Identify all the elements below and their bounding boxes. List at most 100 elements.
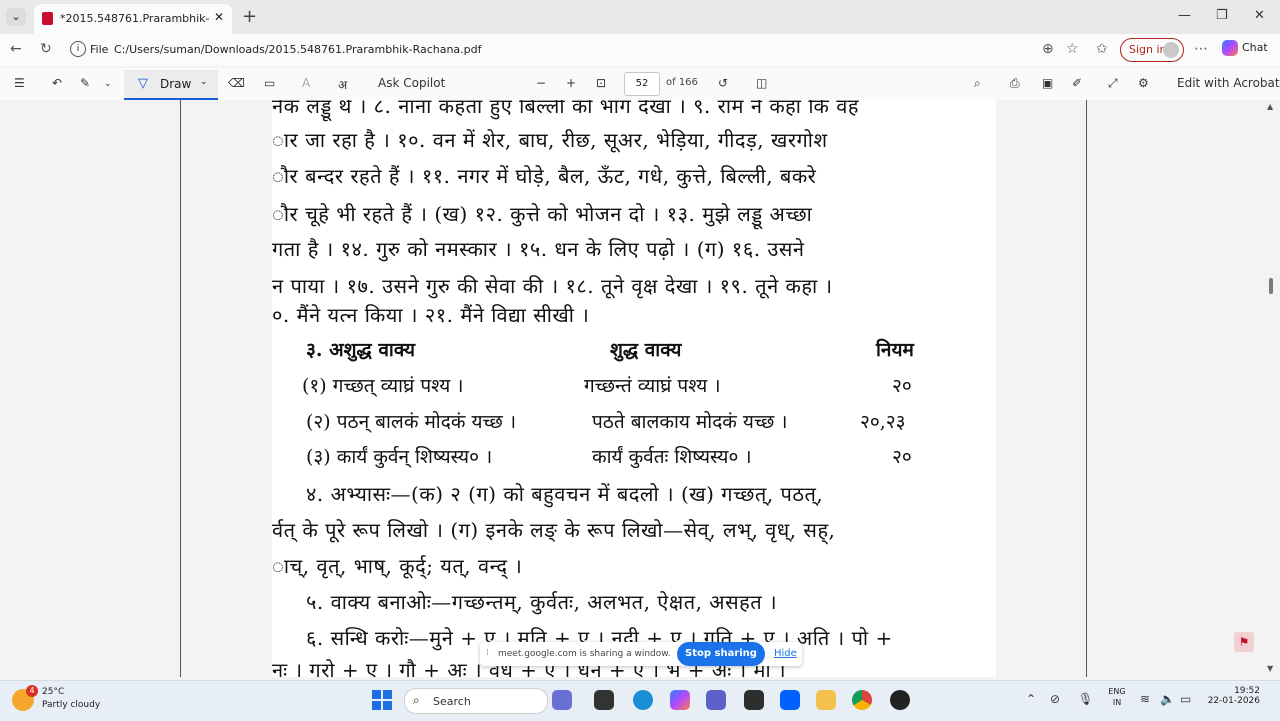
back-icon[interactable]: ← xyxy=(10,41,22,57)
rotate-icon[interactable]: ↺ xyxy=(718,76,728,90)
table-cell-right: गच्छन्तं व्याघ्रं पश्य । xyxy=(584,375,721,397)
page-number-input[interactable]: 52 xyxy=(624,72,660,96)
scrollbar-thumb[interactable] xyxy=(1269,278,1273,294)
page-line: ौर बन्दर रहते हैं । ११. नगर में घोड़े, ब… xyxy=(272,164,817,188)
show-hidden-icons[interactable]: ⌃ xyxy=(1026,692,1036,706)
scroll-up-icon[interactable]: ▲ xyxy=(1267,102,1273,111)
network-off-icon[interactable]: ⊘ xyxy=(1050,692,1060,706)
battery-icon[interactable]: ▭ xyxy=(1180,692,1191,706)
zoom-in-icon[interactable]: + xyxy=(566,76,576,90)
avatar xyxy=(1163,42,1179,58)
text-format-icon[interactable]: A xyxy=(302,76,310,90)
save-icon[interactable]: ▣ xyxy=(1042,76,1053,90)
fit-page-icon[interactable]: ⊡ xyxy=(596,76,606,90)
copilot-app-icon[interactable] xyxy=(670,690,690,710)
sign-in-label: Sign in xyxy=(1129,43,1167,56)
draw-label: Draw xyxy=(160,77,192,91)
table-cell-rule: २०,२३ xyxy=(860,411,906,433)
lang-primary: ENG xyxy=(1108,687,1126,696)
favorite-star-icon[interactable]: ☆ xyxy=(1066,41,1079,57)
weather-badge: 4 xyxy=(26,685,38,697)
zoom-icon[interactable]: ⊕ xyxy=(1042,41,1054,57)
dropbox-icon[interactable] xyxy=(780,690,800,710)
edit-with-acrobat-button[interactable]: Edit with Acrobat xyxy=(1177,76,1280,90)
more-menu-icon[interactable]: ⋯ xyxy=(1194,41,1208,57)
language-indicator[interactable]: ENG IN xyxy=(1106,686,1128,708)
obs-icon[interactable] xyxy=(890,690,910,710)
clock[interactable]: 19:52 22-01-2026 xyxy=(1198,686,1260,706)
print-icon[interactable]: ⎙ xyxy=(1010,76,1020,91)
file-label: File xyxy=(90,43,109,56)
teams-icon[interactable] xyxy=(706,690,726,710)
volume-icon[interactable]: 🔈 xyxy=(1160,692,1175,706)
clock-date: 22-01-2026 xyxy=(1207,696,1260,706)
new-tab-button[interactable]: + xyxy=(242,6,257,27)
copilot-icon xyxy=(1222,40,1238,56)
minimize-icon[interactable]: — xyxy=(1178,8,1191,23)
page-line: नेक लड्डू थे । ८. नाना कहता हुए बिल्ली क… xyxy=(272,100,859,118)
chevron-down-icon: ⌄ xyxy=(11,10,21,23)
taskbar-app-icon[interactable] xyxy=(594,690,614,710)
save-as-icon[interactable]: ✐ xyxy=(1072,76,1082,90)
search-icon: ⌕ xyxy=(413,693,420,707)
edge-icon[interactable] xyxy=(633,690,653,710)
exercise-line: ाच्, वृत्, भाष्, कूर्द्; यत्, वन्द् । xyxy=(272,554,523,578)
hide-link[interactable]: Hide xyxy=(774,648,797,659)
sign-in-button[interactable]: Sign in xyxy=(1120,38,1184,62)
url-text[interactable]: C:/Users/suman/Downloads/2015.548761.Pra… xyxy=(114,43,482,56)
page-line: ५. वाक्य बनाओः—गच्छन्तम्, कुर्वतः, अलभत,… xyxy=(306,590,778,614)
search-icon[interactable]: ⌕ xyxy=(974,76,981,91)
share-message: meet.google.com is sharing a window. xyxy=(498,649,671,659)
weather-temp: 25°C xyxy=(42,687,65,697)
chrome-icon[interactable] xyxy=(852,690,872,710)
favorites-icon[interactable]: ✩ xyxy=(1096,41,1108,57)
url-bar[interactable]: i File C:/Users/suman/Downloads/2015.548… xyxy=(66,38,1090,62)
weather-desc: Partly cloudy xyxy=(42,700,101,710)
exercise-line: र्वत् के पूरे रूप लिखो । (ग) इनके लङ् के… xyxy=(272,518,836,542)
page-view-icon[interactable]: ◫ xyxy=(756,76,767,90)
reload-icon[interactable]: ↻ xyxy=(40,41,52,57)
tab-pdf[interactable]: *2015.548761.Prarambhik-Rachana.pdf ✕ xyxy=(34,4,232,34)
wifi-icon[interactable]: ≋ xyxy=(1140,692,1150,706)
window-close-icon[interactable]: ✕ xyxy=(1254,8,1265,23)
contents-icon[interactable]: ☰ xyxy=(14,76,25,90)
close-tab-icon[interactable]: ✕ xyxy=(214,10,224,24)
draw-button[interactable]: ▽ Draw ⌄ xyxy=(124,70,218,100)
chevron-down-icon[interactable]: ⌄ xyxy=(104,79,112,89)
table-cell-wrong: (१) गच्छत् व्याघ्रं पश्य । xyxy=(302,375,464,397)
page-border-right xyxy=(1086,100,1087,677)
read-aloud-icon[interactable]: अ xyxy=(338,76,347,93)
start-button[interactable] xyxy=(372,690,392,710)
acrobat-icon[interactable]: ⚑ xyxy=(1234,632,1254,652)
eraser-icon[interactable]: ⌫ xyxy=(228,76,245,90)
taskbar-search[interactable]: ⌕ Search xyxy=(404,688,548,714)
drag-handle-icon[interactable]: ⁞ xyxy=(486,648,489,658)
tab-list-dropdown[interactable]: ⌄ xyxy=(6,8,26,26)
page-line: ार जा रहा है । १०. वन में शेर, बाघ, रीछ,… xyxy=(272,128,828,152)
chat-label: Chat xyxy=(1242,41,1268,54)
file-explorer-icon[interactable] xyxy=(816,690,836,710)
settings-gear-icon[interactable]: ⚙ xyxy=(1138,76,1149,90)
vertical-scrollbar[interactable]: ▲ ▼ xyxy=(1262,100,1280,677)
task-view-icon[interactable] xyxy=(552,690,572,710)
fullscreen-icon[interactable]: ⤢ xyxy=(1108,76,1118,91)
scroll-down-icon[interactable]: ▼ xyxy=(1267,664,1273,673)
highlight-icon[interactable]: ✎ xyxy=(80,76,90,90)
table-cell-wrong: (३) कार्यं कुर्वन् शिष्यस्य० । xyxy=(306,446,493,468)
info-icon[interactable]: i xyxy=(70,41,86,57)
text-box-icon[interactable]: ▭ xyxy=(264,76,275,90)
ask-copilot-button[interactable]: Ask Copilot xyxy=(378,76,445,90)
page-line: गता है । १४. गुरु को नमस्कार । १५. धन के… xyxy=(272,237,805,261)
zoom-out-icon[interactable]: − xyxy=(536,76,546,90)
microphone-icon[interactable]: 🎙 xyxy=(1078,692,1093,706)
stop-sharing-button[interactable]: Stop sharing xyxy=(677,642,765,666)
draw-pen-icon: ▽ xyxy=(138,76,148,91)
copilot-chat-button[interactable]: Chat xyxy=(1222,40,1268,56)
page-line: न पाया । १७. उसने गुरु की सेवा की । १८. … xyxy=(272,274,833,298)
terminal-icon[interactable] xyxy=(744,690,764,710)
undo-icon[interactable]: ↶ xyxy=(52,76,62,90)
clock-time: 19:52 xyxy=(1234,686,1260,696)
maximize-icon[interactable]: ❐ xyxy=(1216,8,1228,23)
chevron-down-icon: ⌄ xyxy=(200,77,208,87)
table-cell-right: पठते बालकाय मोदकं यच्छ । xyxy=(592,411,788,433)
